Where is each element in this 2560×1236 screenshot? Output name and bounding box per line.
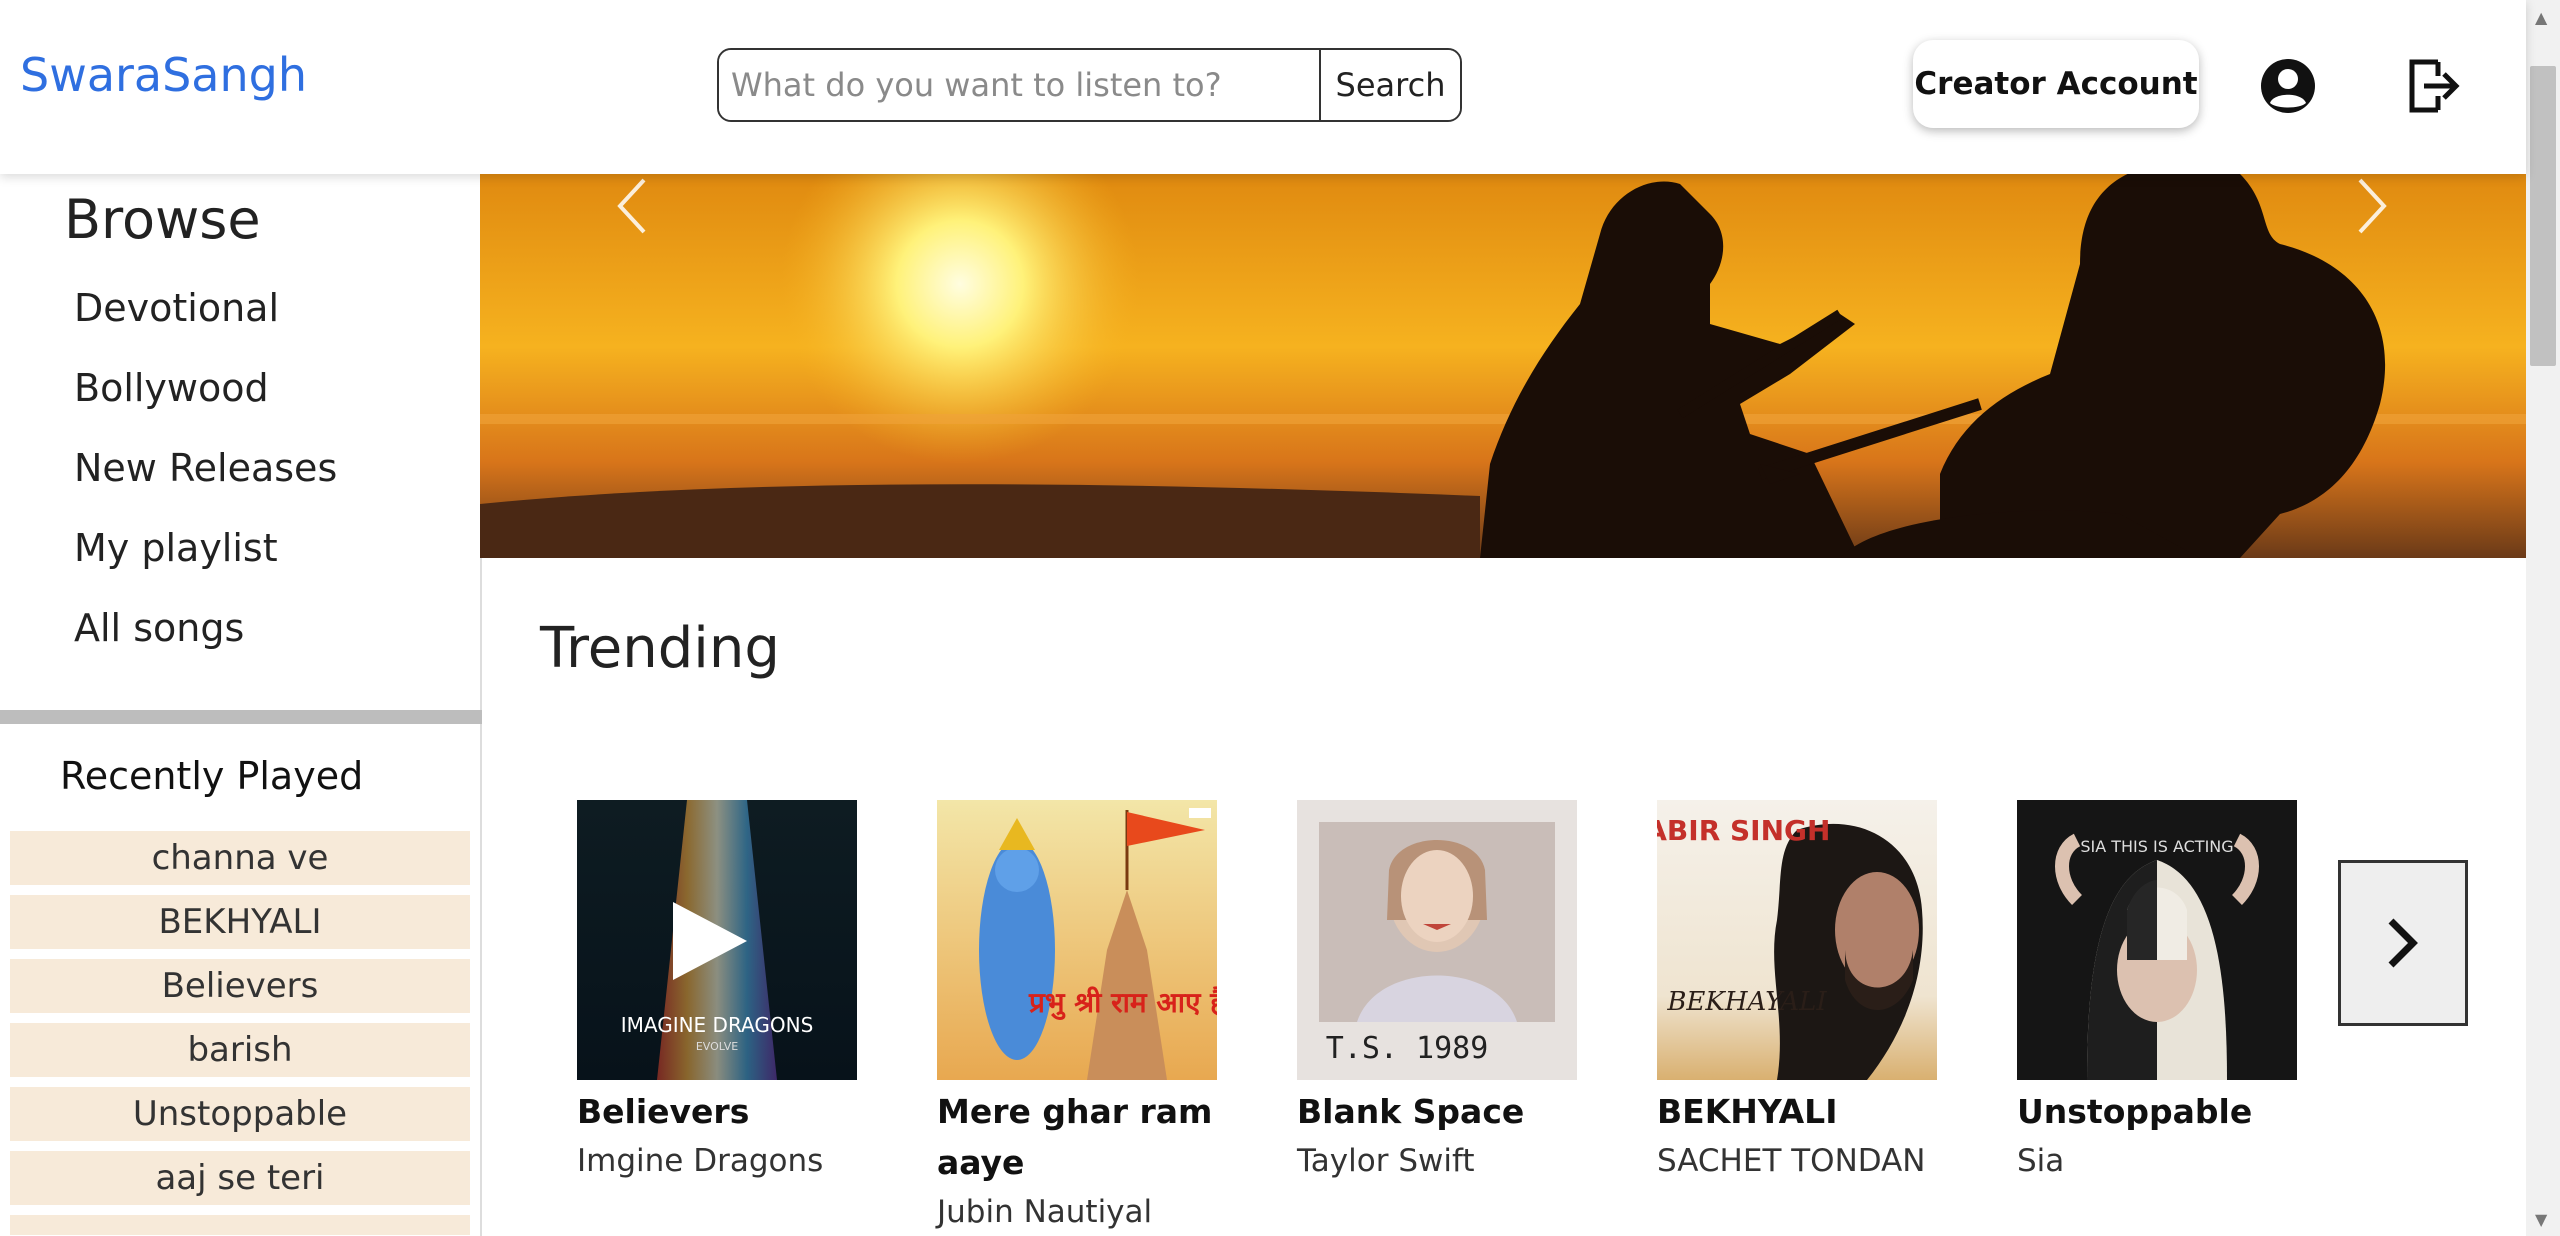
trending-heading: Trending: [540, 616, 780, 681]
nav-item-all-songs[interactable]: All songs: [74, 606, 244, 650]
recent-item[interactable]: BEKHYALI: [10, 895, 470, 949]
app-logo[interactable]: SwaraSangh: [20, 48, 307, 102]
top-header: SwaraSangh Search Creator Account: [0, 0, 2526, 174]
album-cover[interactable]: प्रभु श्री राम आए है: [937, 800, 1217, 1080]
search-input[interactable]: [719, 50, 1319, 120]
song-card[interactable]: SIA THIS IS ACTING Unstoppable Sia: [2017, 800, 2297, 1185]
nav-item-bollywood[interactable]: Bollywood: [74, 366, 269, 410]
song-title[interactable]: BEKHYALI: [1657, 1086, 1937, 1137]
song-card[interactable]: प्रभु श्री राम आए है Mere ghar ram aaye …: [937, 800, 1217, 1236]
chevron-right-icon: [2388, 918, 2418, 968]
cover-text: KABIR SINGH: [1657, 814, 1830, 847]
song-title[interactable]: Believers: [577, 1086, 857, 1137]
sidebar: Browse Devotional Bollywood New Releases…: [0, 174, 482, 1236]
song-title[interactable]: Mere ghar ram aaye: [937, 1086, 1217, 1188]
song-title[interactable]: Unstoppable: [2017, 1086, 2297, 1137]
carousel-next-icon[interactable]: [2350, 176, 2394, 236]
nav-item-devotional[interactable]: Devotional: [74, 286, 279, 330]
sidebar-divider: [0, 710, 482, 724]
trending-next-button[interactable]: [2338, 860, 2468, 1026]
song-card[interactable]: KABIR SINGH BEKHAYALI BEKHYALI SACHET TO…: [1657, 800, 1937, 1185]
cover-text: प्रभु श्री राम आए है: [1028, 986, 1217, 1020]
song-artist[interactable]: SACHET TONDAN: [1657, 1137, 1937, 1185]
recent-item[interactable]: aaj se teri: [10, 1151, 470, 1205]
song-card[interactable]: T.S. 1989 Blank Space Taylor Swift: [1297, 800, 1577, 1185]
cover-subtext: EVOLVE: [696, 1040, 738, 1053]
nav-item-my-playlist[interactable]: My playlist: [74, 526, 278, 570]
cover-text: T.S. 1989: [1326, 1031, 1489, 1066]
search-bar: Search: [717, 48, 1462, 122]
search-button[interactable]: Search: [1319, 50, 1460, 120]
nav-item-new-releases[interactable]: New Releases: [74, 446, 337, 490]
album-cover[interactable]: IMAGINE DRAGONS EVOLVE: [577, 800, 857, 1080]
scroll-down-arrow-icon[interactable]: ▼: [2535, 1210, 2547, 1229]
album-cover[interactable]: T.S. 1989: [1297, 800, 1577, 1080]
song-artist[interactable]: Taylor Swift: [1297, 1137, 1577, 1185]
recent-item-partial[interactable]: [10, 1215, 470, 1235]
hero-banner: [480, 174, 2526, 558]
album-cover[interactable]: SIA THIS IS ACTING: [2017, 800, 2297, 1080]
logout-icon[interactable]: [2406, 58, 2462, 114]
browse-heading: Browse: [64, 188, 261, 251]
song-card[interactable]: IMAGINE DRAGONS EVOLVE Believers Imgine …: [577, 800, 857, 1185]
song-artist[interactable]: Sia: [2017, 1137, 2297, 1185]
cover-text: SIA THIS IS ACTING: [2080, 837, 2233, 856]
sunset-guitar-image: [480, 174, 2526, 558]
recent-item[interactable]: channa ve: [10, 831, 470, 885]
carousel-prev-icon[interactable]: [610, 176, 654, 236]
recently-played-heading: Recently Played: [60, 754, 364, 798]
recent-item[interactable]: Believers: [10, 959, 470, 1013]
cover-subtext: BEKHAYALI: [1666, 987, 1827, 1017]
scrollbar-thumb[interactable]: [2530, 66, 2556, 366]
cover-text: IMAGINE DRAGONS: [621, 1013, 814, 1037]
song-artist[interactable]: Jubin Nautiyal: [937, 1188, 1217, 1236]
song-artist[interactable]: Imgine Dragons: [577, 1137, 857, 1185]
user-account-icon[interactable]: [2260, 58, 2316, 114]
recent-item[interactable]: barish: [10, 1023, 470, 1077]
album-cover[interactable]: KABIR SINGH BEKHAYALI: [1657, 800, 1937, 1080]
recent-item[interactable]: Unstoppable: [10, 1087, 470, 1141]
scroll-up-arrow-icon[interactable]: ▲: [2535, 8, 2547, 27]
creator-account-button[interactable]: Creator Account: [1913, 40, 2199, 128]
song-title[interactable]: Blank Space: [1297, 1086, 1577, 1137]
